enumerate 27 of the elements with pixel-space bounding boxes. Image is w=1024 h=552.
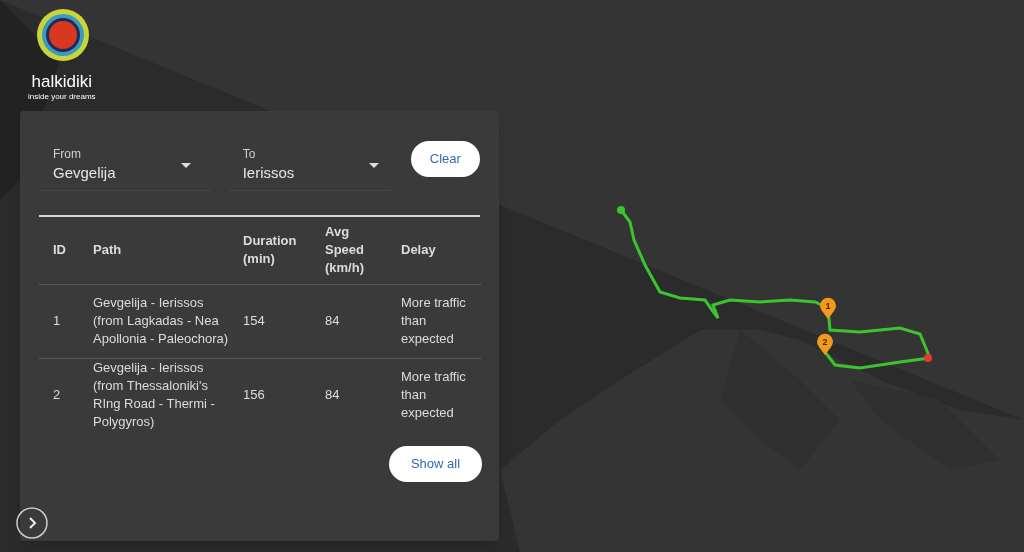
column-header: Avg Speed (km/h) xyxy=(325,224,364,276)
logo-text: halkidiki xyxy=(31,72,93,92)
table-cell: 2 xyxy=(53,387,61,403)
table-cell: 156 xyxy=(243,387,265,403)
logo-icon xyxy=(35,8,90,62)
map-marker[interactable]: 1 xyxy=(820,297,836,319)
table-cell: Gevgelija - Ierissos (from Thessaloniki's RIng Road - Thermi - Polygyros) xyxy=(93,360,215,430)
table-cell: More traffic than expected xyxy=(401,369,466,421)
to-dropdown[interactable]: To Ierissos xyxy=(228,141,391,191)
table-cell: 84 xyxy=(325,313,340,328)
expand-icon[interactable] xyxy=(16,507,48,539)
table-cell: Gevgelija - Ierissos (from Lagkadas - Nea Apollonia - Paleochora) xyxy=(93,295,229,346)
caret-icon xyxy=(368,163,379,168)
table-cell: 154 xyxy=(243,313,265,328)
clear-button[interactable]: Clear xyxy=(410,141,480,177)
column-header: Duration (min) xyxy=(243,233,297,267)
table-cell: 84 xyxy=(325,387,340,403)
table-cell: More traffic than expected xyxy=(401,295,466,346)
logo-tagline: inside your dreams xyxy=(28,92,96,101)
column-header: Delay xyxy=(401,242,436,258)
show-all-button[interactable]: Show all xyxy=(389,446,482,482)
table-cell: 1 xyxy=(53,313,61,328)
column-header: ID xyxy=(53,242,66,258)
caret-icon xyxy=(180,163,191,168)
map-marker[interactable]: 2 xyxy=(817,333,833,355)
column-header: Path xyxy=(93,242,122,258)
from-dropdown[interactable]: From Gevgelija xyxy=(39,141,211,191)
